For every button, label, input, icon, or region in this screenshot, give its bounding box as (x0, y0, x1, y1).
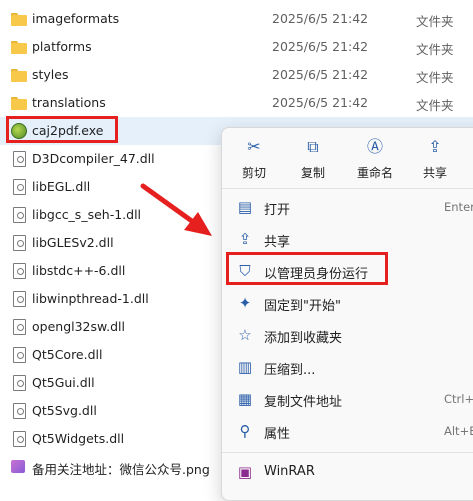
file-row-styles[interactable]: styles 2025/6/5 21:42 文件夹 (0, 61, 473, 89)
menu-item-compress[interactable]: ▥ 压缩到... (222, 352, 473, 382)
menu-item-label: 复制文件地址 (264, 395, 343, 410)
menu-item-share[interactable]: ⇪ 共享 (222, 224, 473, 254)
file-name: 备用关注地址：微信公众号.png (32, 462, 210, 477)
wrench-icon: ⚲ (239, 422, 251, 440)
scissors-icon: ✂ (247, 137, 261, 156)
dll-icon (11, 375, 27, 391)
copy-button[interactable]: ⧉ 复制 (288, 136, 338, 181)
share-icon: ⇪ (428, 137, 442, 156)
file-name: platforms (32, 39, 92, 54)
file-name: libstdc++-6.dll (32, 263, 126, 278)
file-date: 2025/6/5 21:42 (272, 39, 369, 54)
menu-divider (222, 188, 473, 189)
dll-icon (11, 431, 27, 447)
menu-item-shortcut: Enter (444, 200, 473, 214)
share-quick-button[interactable]: ⇪ 共享 (410, 136, 460, 181)
menu-divider (222, 452, 473, 453)
file-name: libEGL.dll (32, 179, 91, 194)
folder-icon (11, 67, 27, 83)
dll-icon (11, 151, 27, 167)
rename-label: 重命名 (356, 166, 393, 180)
share-icon: ⇪ (238, 230, 252, 248)
file-name: styles (32, 67, 69, 82)
dll-icon (11, 207, 27, 223)
file-date: 2025/6/5 21:42 (272, 67, 369, 82)
dll-icon (11, 263, 27, 279)
cut-button[interactable]: ✂ 剪切 (229, 136, 279, 181)
rename-button[interactable]: Ⓐ 重命名 (350, 136, 400, 181)
menu-item-favorites[interactable]: ☆ 添加到收藏夹 (222, 320, 473, 350)
context-menu: ✂ 剪切 ⧉ 复制 Ⓐ 重命名 ⇪ 共享 ▤ 打开 Enter ⇪ 共享 ⛉ 以… (221, 127, 473, 501)
file-type: 文件夹 (416, 14, 454, 29)
menu-item-copy-path[interactable]: ▦ 复制文件地址 Ctrl+ (222, 384, 473, 414)
cut-label: 剪切 (241, 166, 266, 180)
file-name: D3Dcompiler_47.dll (32, 151, 155, 166)
file-date: 2025/6/5 21:42 (272, 95, 369, 110)
file-name: translations (32, 95, 106, 110)
star-icon: ☆ (238, 326, 252, 344)
copy-icon: ⧉ (307, 137, 319, 156)
file-name: Qt5Gui.dll (32, 375, 95, 390)
dll-icon (11, 403, 27, 419)
winrar-icon: ▣ (237, 463, 253, 481)
menu-item-label: 固定到"开始" (264, 299, 341, 314)
file-row-platforms[interactable]: platforms 2025/6/5 21:42 文件夹 (0, 33, 473, 61)
dll-icon (11, 179, 27, 195)
file-name: libgcc_s_seh-1.dll (32, 207, 142, 222)
file-name: libwinpthread-1.dll (32, 291, 149, 306)
menu-item-label: 添加到收藏夹 (264, 331, 343, 346)
share-label: 共享 (422, 166, 447, 180)
file-name: opengl32sw.dll (32, 319, 125, 334)
file-type: 文件夹 (416, 42, 454, 57)
menu-item-label: 打开 (264, 203, 291, 218)
menu-item-shortcut: Alt+E (444, 424, 473, 438)
zip-icon: ▥ (237, 358, 253, 376)
menu-item-winrar[interactable]: ▣ WinRAR (222, 457, 473, 487)
menu-item-properties[interactable]: ⚲ 属性 Alt+E (222, 416, 473, 446)
file-date: 2025/6/5 21:42 (272, 11, 369, 26)
dll-icon (11, 347, 27, 363)
file-type: 文件夹 (416, 70, 454, 85)
file-row-translations[interactable]: translations 2025/6/5 21:42 文件夹 (0, 89, 473, 117)
rename-icon: Ⓐ (366, 137, 383, 156)
menu-item-pin-start[interactable]: ✦ 固定到"开始" (222, 288, 473, 318)
pin-icon: ✦ (238, 294, 252, 312)
file-name: Qt5Svg.dll (32, 403, 97, 418)
highlight-box-run-as-admin (226, 252, 388, 285)
menu-item-label: 属性 (264, 427, 291, 442)
folder-icon (11, 11, 27, 27)
folder-icon (11, 39, 27, 55)
highlight-box-exe (6, 116, 118, 143)
menu-item-label: 共享 (264, 235, 291, 250)
folder-icon (11, 95, 27, 111)
menu-item-open[interactable]: ▤ 打开 Enter (222, 192, 473, 222)
dll-icon (11, 235, 27, 251)
copy-path-icon: ▦ (237, 390, 253, 408)
png-icon (11, 459, 27, 475)
file-name: Qt5Core.dll (32, 347, 103, 362)
file-name: libGLESv2.dll (32, 235, 114, 250)
open-icon: ▤ (237, 198, 253, 216)
file-type: 文件夹 (416, 98, 454, 113)
copy-label: 复制 (300, 166, 325, 180)
file-row-imageformats[interactable]: imageformats 2025/6/5 21:42 文件夹 (0, 5, 473, 33)
menu-item-label: 压缩到... (264, 363, 316, 378)
menu-item-label: WinRAR (264, 464, 315, 479)
file-name: Qt5Widgets.dll (32, 431, 125, 446)
dll-icon (11, 319, 27, 335)
file-name: imageformats (32, 11, 120, 26)
dll-icon (11, 291, 27, 307)
menu-item-shortcut: Ctrl+ (444, 392, 473, 406)
